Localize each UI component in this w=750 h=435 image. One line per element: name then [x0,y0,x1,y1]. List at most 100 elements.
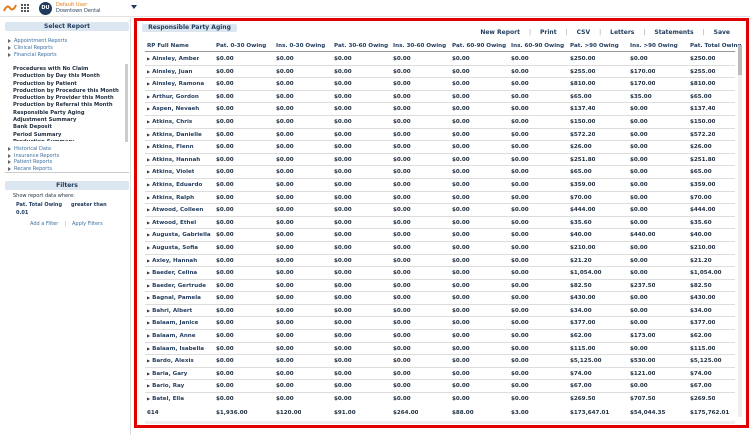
table-row[interactable]: Arthur, Gordon $0.00 $0.00 $0.00 $0.00 $0.00 $… [145,91,735,104]
rp-name-cell[interactable]: Arthur, Gordon [147,94,199,100]
add-filter-link[interactable]: Add a Filter [30,221,58,227]
rp-name-cell[interactable]: Atwood, Colleen [147,207,203,213]
rp-name-cell[interactable]: Aspen, Nevaeh [147,106,199,112]
print-button[interactable]: Print [540,29,557,36]
table-row[interactable]: Baeder, Gertrude $0.00 $0.00 $0.00 $0.00 $0.0… [145,280,735,293]
report-category[interactable]: Historical Data [14,146,51,152]
expand-arrow-icon[interactable] [8,166,11,171]
app-grid-icon[interactable] [21,4,30,13]
rp-name-cell[interactable]: Bario, Ray [147,383,184,389]
rp-name-cell[interactable]: Atkins, Hannah [147,157,200,163]
report-item[interactable]: Bank Deposit [13,124,126,131]
report-category[interactable]: Insurance Reports [14,153,59,159]
table-row[interactable]: Baria, Gary $0.00 $0.00 $0.00 $0.00 $0.00 $0.0… [145,368,735,381]
filter-value[interactable]: 0.01 [16,210,28,216]
column-header-ins-30-60[interactable]: Ins. 30-60 Owing [393,43,446,49]
rp-name-cell[interactable]: Bahri, Albert [147,308,192,314]
report-item[interactable]: Responsible Party Aging [13,110,126,117]
rp-name-cell[interactable]: Augusta, Gabriella [147,232,211,238]
table-row[interactable]: Balaam, Anne $0.00 $0.00 $0.00 $0.00 $0.00 $0.… [145,330,735,343]
rp-name-cell[interactable]: Atkins, Ralph [147,195,194,201]
filter-operator[interactable]: greater than [71,202,107,208]
rp-name-cell[interactable]: Balaam, Isabella [147,346,204,352]
report-item[interactable]: Production by Provider this Month [13,95,126,102]
table-row[interactable]: Atkins, Violet $0.00 $0.00 $0.00 $0.00 $0.00 $… [145,166,735,179]
rp-name-cell[interactable]: Atkins, Danielle [147,132,202,138]
table-row[interactable]: Ainsley, Amber $0.00 $0.00 $0.00 $0.00 $0.00 $… [145,53,735,66]
report-item[interactable]: Production by Patient [13,81,126,88]
report-category[interactable]: Patient Reports [14,159,52,165]
column-header-ins-60-90[interactable]: Ins. 60-90 Owing [511,43,564,49]
table-row[interactable]: Bardo, Alexis $0.00 $0.00 $0.00 $0.00 $0.00 $0… [145,355,735,368]
rp-name-cell[interactable]: Atkins, Flenn [147,144,194,150]
table-row[interactable]: Bario, Ray $0.00 $0.00 $0.00 $0.00 $0.00 $0.00… [145,380,735,394]
table-row[interactable]: Axley, Hannah $0.00 $0.00 $0.00 $0.00 $0.00 $0… [145,255,735,268]
rp-name-cell[interactable]: Axley, Hannah [147,258,197,264]
table-row[interactable]: Aspen, Nevaeh $0.00 $0.00 $0.00 $0.00 $0.00 $0… [145,103,735,116]
column-header-ins-over-90[interactable]: Ins. >90 Owing [630,43,678,49]
table-row[interactable]: Bagnal, Pamela $0.00 $0.00 $0.00 $0.00 $0.00 $… [145,292,735,305]
table-row[interactable]: Ainsley, Juan $0.00 $0.00 $0.00 $0.00 $0.00 $0… [145,66,735,79]
statements-button[interactable]: Statements [654,29,693,36]
rp-name-cell[interactable]: Batel, Ella [147,396,184,402]
table-row[interactable]: Atkins, Chris $0.00 $0.00 $0.00 $0.00 $0.00 $0… [145,116,735,129]
rp-name-cell[interactable]: Baeder, Celina [147,270,197,276]
rp-name-cell[interactable]: Balaam, Janice [147,320,198,326]
report-item[interactable]: Procedures with No Claim [13,66,126,73]
column-header-rp-full-name[interactable]: RP Full Name [147,43,189,49]
table-row[interactable]: Atkins, Hannah $0.00 $0.00 $0.00 $0.00 $0.00 $… [145,154,735,167]
new-report-button[interactable]: New Report [480,29,520,36]
report-item[interactable]: Period Summary [13,132,126,139]
expand-arrow-icon[interactable] [8,46,11,50]
report-category[interactable]: Clinical Reports [14,45,53,51]
column-header-ins-0-30[interactable]: Ins. 0-30 Owing [276,43,325,49]
logo-icon[interactable] [3,3,17,13]
table-row[interactable]: Atkins, Danielle $0.00 $0.00 $0.00 $0.00 $0.0… [145,129,735,142]
rp-name-cell[interactable]: Atwood, Ethel [147,220,196,226]
csv-button[interactable]: CSV [577,29,590,36]
scrollbar-thumb[interactable] [738,45,742,75]
table-row[interactable]: Atkins, Ralph $0.00 $0.00 $0.00 $0.00 $0.00 $0… [145,192,735,205]
rp-name-cell[interactable]: Atkins, Violet [147,169,194,175]
table-row[interactable]: Bahri, Albert $0.00 $0.00 $0.00 $0.00 $0.00 $0… [145,305,735,318]
rp-name-cell[interactable]: Ainsley, Ramona [147,81,204,87]
expand-arrow-icon[interactable] [8,160,11,164]
table-row[interactable]: Atwood, Ethel $0.00 $0.00 $0.00 $0.00 $0.00 $0… [145,217,735,230]
save-button[interactable]: Save [714,29,730,36]
report-item[interactable]: Production Summary [13,139,126,141]
column-header-pat-30-60[interactable]: Pat. 30-60 Owing [334,43,388,49]
apply-filters-link[interactable]: Apply Filters [72,221,103,227]
report-item[interactable]: Production by Referral this Month [13,102,126,109]
table-row[interactable]: Atkins, Eduardo $0.00 $0.00 $0.00 $0.00 $0.00… [145,179,735,192]
table-row[interactable]: Balaam, Isabella $0.00 $0.00 $0.00 $0.00 $0.0… [145,343,735,356]
table-row[interactable]: Atkins, Flenn $0.00 $0.00 $0.00 $0.00 $0.00 $0… [145,141,735,154]
table-row[interactable]: Ainsley, Ramona $0.00 $0.00 $0.00 $0.00 $0.00… [145,78,735,91]
report-item[interactable]: Production by Day this Month [13,73,126,80]
report-list-scrollbar[interactable] [125,64,128,142]
rp-name-cell[interactable]: Balaam, Anne [147,333,196,339]
report-item[interactable]: Adjustment Summary [13,117,126,124]
table-row[interactable]: Augusta, Gabriella $0.00 $0.00 $0.00 $0.00 $0… [145,229,735,242]
expand-arrow-icon[interactable] [8,53,11,57]
avatar[interactable]: DU [39,2,52,15]
report-category[interactable]: Financial Reports [14,52,57,58]
rp-name-cell[interactable]: Baeder, Gertrude [147,283,206,289]
table-row[interactable]: Atwood, Colleen $0.00 $0.00 $0.00 $0.00 $0.00… [145,204,735,217]
expand-arrow-icon[interactable] [8,147,11,151]
column-header-pat-0-30[interactable]: Pat. 0-30 Owing [216,43,266,49]
report-category[interactable]: Appointment Reports [14,38,67,44]
table-row[interactable]: Baeder, Celina $0.00 $0.00 $0.00 $0.00 $0.00 $… [145,267,735,280]
report-category[interactable]: Recare Reports [14,166,52,172]
rp-name-cell[interactable]: Augusta, Sofia [147,245,198,251]
table-row[interactable]: Augusta, Sofia $0.00 $0.00 $0.00 $0.00 $0.00 $… [145,242,735,255]
rp-name-cell[interactable]: Baria, Gary [147,371,187,377]
column-header-pat-over-90[interactable]: Pat. >90 Owing [570,43,619,49]
chevron-down-icon[interactable] [131,5,137,9]
rp-name-cell[interactable]: Atkins, Eduardo [147,182,202,188]
expand-arrow-icon[interactable] [8,39,11,43]
rp-name-cell[interactable]: Ainsley, Amber [147,56,199,62]
rp-name-cell[interactable]: Atkins, Chris [147,119,192,125]
expand-arrow-icon[interactable] [8,153,11,158]
column-header-pat-60-90[interactable]: Pat. 60-90 Owing [452,43,506,49]
report-item[interactable]: Production by Procedure this Month [13,88,126,95]
